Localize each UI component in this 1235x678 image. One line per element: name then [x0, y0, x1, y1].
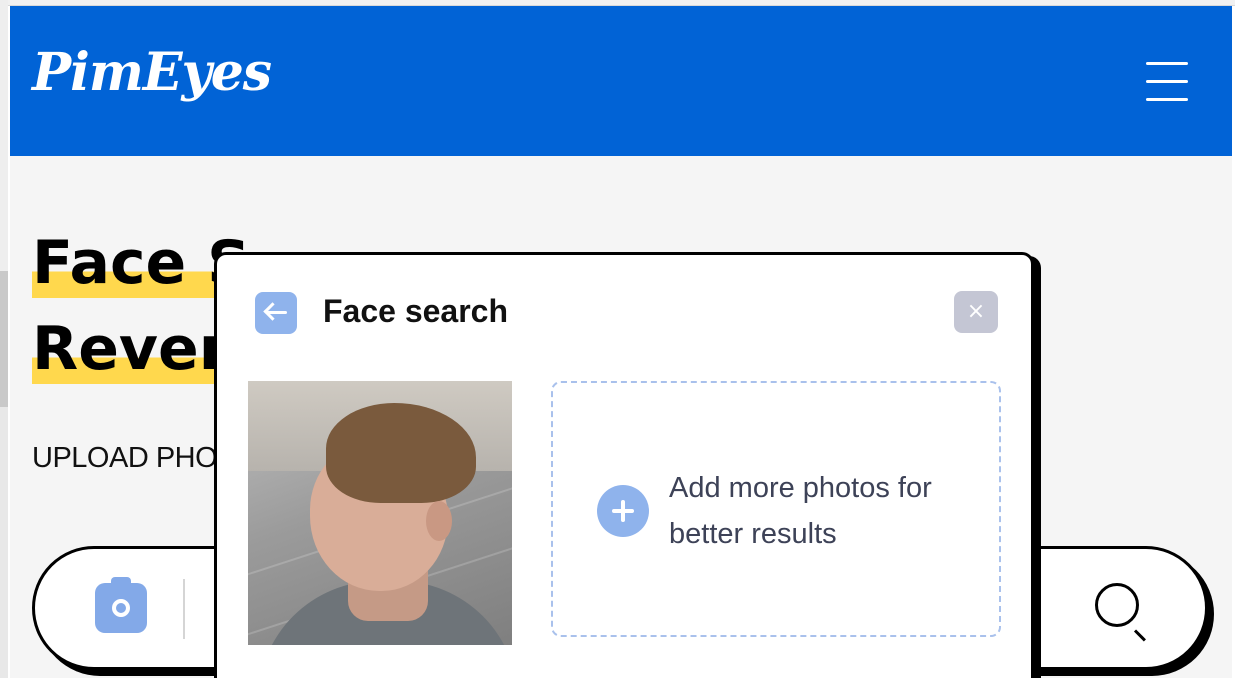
photo-ear	[426, 501, 452, 541]
plus-circle-icon	[597, 485, 649, 537]
pimeyes-logo[interactable]: PimEyes	[32, 42, 272, 103]
uploaded-face-photo[interactable]	[248, 381, 512, 645]
magnifier-handle	[1133, 629, 1146, 642]
search-button[interactable]	[1091, 579, 1155, 643]
add-more-photos-dropzone[interactable]: Add more photos for better results	[551, 381, 1001, 637]
camera-icon[interactable]	[95, 577, 147, 633]
upload-subtitle: UPLOAD PHO	[32, 442, 218, 474]
search-bar-divider	[183, 579, 185, 639]
camera-lens	[112, 599, 130, 617]
menu-bar	[1146, 62, 1188, 65]
face-search-modal: Face search × Add more photos for better…	[214, 252, 1034, 678]
menu-bar	[1146, 80, 1188, 83]
hamburger-menu-icon[interactable]	[1146, 60, 1188, 102]
site-header: PimEyes	[10, 6, 1232, 156]
back-button[interactable]	[255, 292, 297, 334]
browser-left-edge	[0, 0, 8, 678]
close-icon: ×	[966, 299, 986, 324]
arrow-left-icon-head	[263, 302, 282, 321]
add-more-photos-text: Add more photos for better results	[669, 472, 932, 550]
modal-title: Face search	[323, 293, 509, 329]
menu-bar	[1146, 98, 1188, 101]
close-button[interactable]: ×	[954, 291, 998, 333]
magnifier-icon	[1095, 583, 1139, 627]
